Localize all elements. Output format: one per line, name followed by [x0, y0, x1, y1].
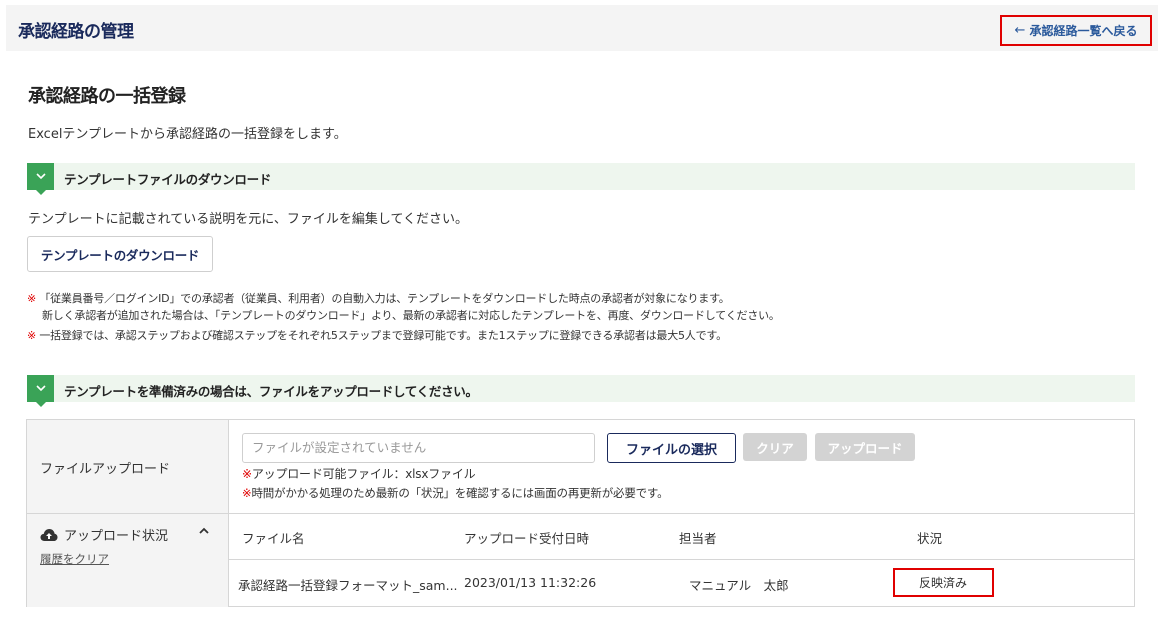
note-step-limit: ※ 一括登録では、承認ステップおよび確認ステップをそれぞれ5ステップまで登録可能…: [27, 327, 727, 343]
note-new-approver: 新しく承認者が追加された場合は、「テンプレートのダウンロード」より、最新の承認者…: [42, 309, 780, 322]
column-header-owner: 担当者: [679, 531, 717, 546]
column-header-file-name: ファイル名: [242, 531, 305, 546]
note-mark: ※: [242, 467, 252, 481]
file-name-cell: 承認経路一括登録フォーマット_sam...: [238, 578, 458, 593]
note-text: 時間がかかる処理のため最新の「状況」を確認するには画面の再更新が必要です。: [251, 486, 669, 500]
file-path-field[interactable]: ファイルが設定されていません: [242, 433, 595, 463]
note-text: 「従業員番号／ログインID」での承認者（従業員、利用者）の自動入力は、テンプレー…: [39, 292, 730, 305]
page-header: 承認経路の管理 ← 承認経路一覧へ戻る: [6, 5, 1158, 51]
header-title: 承認経路の管理: [18, 22, 134, 42]
section-template-download[interactable]: テンプレートファイルのダウンロード: [27, 163, 1135, 195]
clear-history-link[interactable]: 履歴をクリア: [40, 551, 109, 567]
upload-status-title: アップロード状況: [64, 529, 169, 544]
note-text: アップロード可能ファイル：xlsxファイル: [251, 467, 476, 481]
history-table-header: ファイル名 アップロード受付日時 担当者 状況: [229, 514, 1134, 560]
column-header-status: 状況: [917, 531, 943, 546]
chevron-up-icon[interactable]: [197, 524, 211, 538]
owner-cell: マニュアル 太郎: [689, 578, 789, 593]
note-text: 一括登録では、承認ステップおよび確認ステップをそれぞれ5ステップまで登録可能です…: [39, 329, 727, 342]
upload-button[interactable]: アップロード: [815, 433, 915, 461]
section-template-download-label: テンプレートファイルのダウンロード: [64, 172, 272, 187]
upload-status-header: アップロード状況 履歴をクリア: [27, 514, 229, 607]
file-type-note: ※アップロード可能ファイル：xlsxファイル: [242, 465, 476, 482]
download-template-button[interactable]: テンプレートのダウンロード: [27, 236, 213, 272]
back-link-label: 承認経路一覧へ戻る: [1029, 24, 1138, 38]
refresh-note: ※時間がかかる処理のため最新の「状況」を確認するには画面の再更新が必要です。: [242, 485, 669, 501]
template-instruction: テンプレートに記載されている説明を元に、ファイルを編集してください。: [28, 212, 469, 227]
cloud-upload-icon: [40, 528, 58, 541]
upload-table: ファイルアップロード ファイルが設定されていません ファイルの選択 クリア アッ…: [26, 419, 1135, 607]
note-mark: ※: [27, 292, 37, 305]
clear-button[interactable]: クリア: [743, 433, 807, 461]
upload-label: ファイルアップロード: [40, 462, 171, 477]
section-upload[interactable]: テンプレートを準備済みの場合は、ファイルをアップロードしてください。: [27, 375, 1135, 407]
back-to-list-link[interactable]: ← 承認経路一覧へ戻る: [1000, 15, 1152, 46]
note-auto-input: ※ 「従業員番号／ログインID」での承認者（従業員、利用者）の自動入力は、テンプ…: [27, 290, 730, 306]
chevron-down-icon[interactable]: [27, 163, 54, 195]
arrow-left-icon: ←: [1014, 23, 1026, 38]
note-mark: ※: [27, 329, 37, 342]
chevron-down-icon[interactable]: [27, 375, 54, 407]
upload-row-header: ファイルアップロード: [27, 420, 229, 514]
received-at-cell: 2023/01/13 11:32:26: [464, 575, 597, 590]
status-badge: 反映済み: [893, 568, 994, 597]
table-row: 承認経路一括登録フォーマット_sam... 2023/01/13 11:32:2…: [229, 560, 1134, 606]
page-title: 承認経路の一括登録: [28, 86, 186, 107]
select-file-button[interactable]: ファイルの選択: [607, 433, 736, 463]
section-upload-label: テンプレートを準備済みの場合は、ファイルをアップロードしてください。: [64, 384, 478, 399]
upload-row-content: ファイルが設定されていません ファイルの選択 クリア アップロード ※アップロー…: [229, 420, 1134, 514]
upload-status-heading: アップロード状況: [40, 525, 168, 544]
column-header-received-at: アップロード受付日時: [464, 531, 590, 546]
page-description: Excelテンプレートから承認経路の一括登録をします。: [28, 127, 347, 142]
